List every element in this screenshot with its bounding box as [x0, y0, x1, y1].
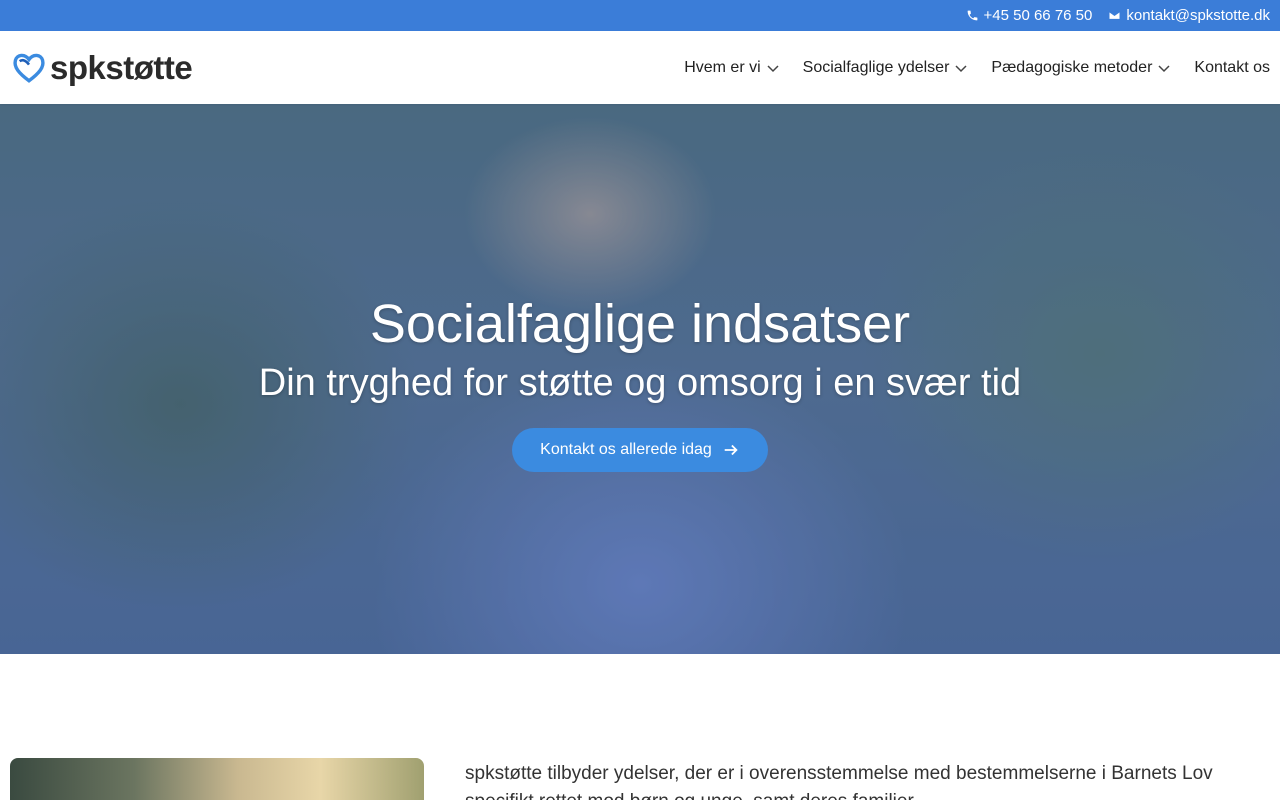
hero-section: Socialfaglige indsatser Din tryghed for … — [0, 104, 1280, 654]
phone-number: +45 50 66 76 50 — [983, 7, 1093, 24]
logo-text: spkstøtte — [50, 48, 193, 86]
chevron-down-icon — [955, 64, 967, 72]
hero-content: Socialfaglige indsatser Din tryghed for … — [0, 292, 1280, 472]
cta-label: Kontakt os allerede idag — [540, 441, 712, 458]
logo[interactable]: spkstøtte — [12, 48, 193, 87]
hero-title: Socialfaglige indsatser — [369, 294, 911, 354]
main-nav: Hvem er vi Socialfaglige ydelser Pædagog… — [684, 59, 1270, 77]
nav-item-label: Pædagogiske metoder — [991, 58, 1153, 76]
nav-item-label: Kontakt os — [1194, 58, 1270, 76]
site-header: spkstøtte Hvem er vi Socialfaglige ydels… — [0, 31, 1280, 104]
intro-paragraph: spkstøtte tilbyder ydelser, der er i ove… — [465, 763, 1213, 800]
nav-item-paedagogiske-metoder[interactable]: Pædagogiske metoder — [991, 59, 1170, 77]
top-contact-bar: +45 50 66 76 50 kontakt@spkstotte.dk — [0, 0, 1280, 31]
nav-item-label: Socialfaglige ydelser — [802, 58, 950, 76]
nav-item-kontakt-os[interactable]: Kontakt os — [1194, 59, 1270, 77]
arrow-right-icon — [724, 444, 738, 456]
phone-icon — [967, 10, 977, 21]
hero-subtitle: Din tryghed for støtte og omsorg i en sv… — [258, 362, 1022, 404]
nav-item-label: Hvem er vi — [684, 58, 761, 76]
content-photo — [10, 758, 424, 800]
contact-cta-button[interactable]: Kontakt os allerede idag — [512, 428, 768, 472]
email-link[interactable]: kontakt@spkstotte.dk — [1108, 7, 1270, 24]
email-address: kontakt@spkstotte.dk — [1126, 7, 1270, 24]
nav-item-hvem-er-vi[interactable]: Hvem er vi — [684, 58, 779, 77]
nav-item-socialfaglige-ydelser[interactable]: Socialfaglige ydelser — [803, 59, 968, 77]
chevron-down-icon — [767, 64, 779, 72]
chevron-down-icon — [1158, 64, 1170, 72]
phone-link[interactable]: +45 50 66 76 50 — [966, 7, 1093, 24]
mail-icon — [1109, 11, 1121, 20]
heart-logo-icon — [13, 53, 45, 83]
